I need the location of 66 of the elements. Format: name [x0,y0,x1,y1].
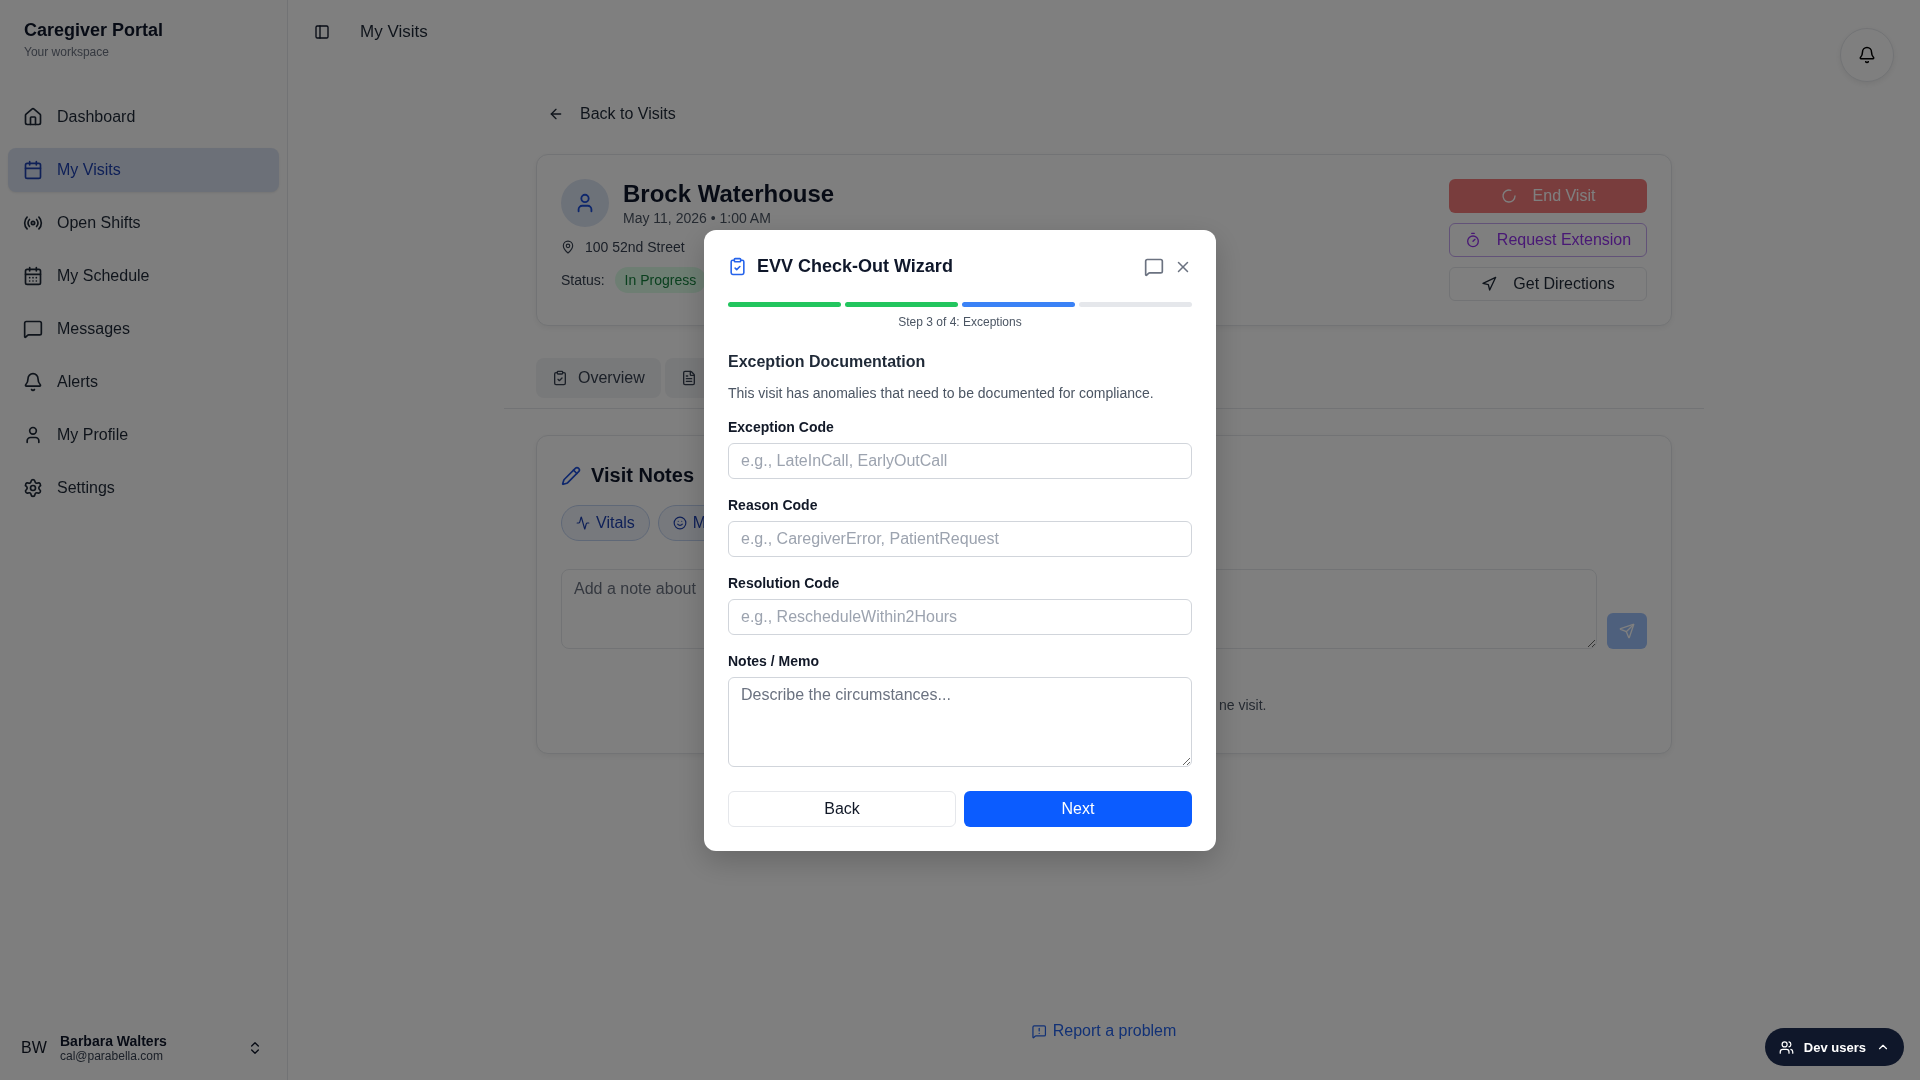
app-subtitle: Your workspace [24,45,110,59]
back-link[interactable]: Back to Visits [536,102,688,126]
user-name: Barbara Walters [60,1033,168,1049]
input-field[interactable]: e.g., CaregiverError, PatientRequest [728,520,1192,557]
map-pin-icon [561,240,575,254]
field-label: Resolution Code [728,574,841,591]
nav-item[interactable]: Settings [8,466,279,510]
broadcast-icon [23,213,43,233]
notes-hint: ne visit. [1219,697,1267,713]
person-icon [23,425,43,445]
nav-item[interactable]: My Profile [8,413,279,457]
navigation-arrow-icon [1481,276,1498,292]
calendar-icon [23,266,43,286]
action-button[interactable]: Request Extension [1449,223,1647,257]
tab[interactable]: Overview [536,358,661,398]
nav-item[interactable]: My Schedule [8,254,279,298]
field-label: Notes / Memo [728,652,820,669]
dialog-title: EVV Check-Out Wizard [757,256,954,277]
status-label: Status: [561,272,605,288]
memo-field[interactable]: Describe the circumstances... [728,676,1192,767]
notes-title: Visit Notes [591,464,694,487]
gear-icon [23,478,43,498]
section-heading: Exception Documentation [728,352,927,371]
field-label: Exception Code [728,418,835,435]
user-email: cal@parabella.com [60,1049,164,1063]
dev-users-button[interactable]: Dev users [1764,1028,1904,1066]
report-problem-link[interactable]: Report a problem [1031,1022,1177,1040]
report-icon [1031,1023,1047,1039]
note-chip[interactable]: Vitals [561,505,650,541]
action-button[interactable]: Get Directions [1449,267,1647,301]
sidebar-toggle-icon[interactable] [314,24,330,40]
chat-bubble-icon [23,319,43,339]
document-icon [680,370,697,386]
smiley-icon [672,516,687,530]
status-badge: In Progress [614,267,707,293]
visit-address: 100 52nd Street [585,239,685,255]
spinner-icon [1500,188,1517,204]
feedback-button[interactable] [1144,256,1164,277]
users-icon [1778,1039,1794,1055]
next-button[interactable]: Next [964,790,1192,827]
stopwatch-icon [1464,232,1481,248]
section-description: This visit has anomalies that need to be documented for compliance. [728,384,1155,401]
nav-item[interactable]: Alerts [8,360,279,404]
nav-item[interactable]: My Visits [8,148,279,192]
bell-icon [23,372,43,392]
pulse-icon [576,516,590,530]
chat-bubble-icon [1144,256,1164,277]
back-button[interactable]: Back [728,790,956,827]
input-field[interactable]: e.g., LateInCall, EarlyOutCall [728,442,1192,479]
pencil-icon [561,465,581,486]
visit-datetime: May 11, 2026 • 1:00 AM [623,210,772,226]
calendar-icon [23,160,43,180]
client-name: Brock Waterhouse [623,180,835,208]
page-title: My Visits [360,22,429,42]
house-icon [23,107,43,127]
nav-item[interactable]: Dashboard [8,95,279,139]
app-title: Caregiver Portal [24,20,165,41]
notifications-button[interactable] [1840,28,1894,82]
clipboard-check-icon [552,370,568,386]
step-label: Step 3 of 4: Exceptions [897,314,1023,329]
nav-item[interactable]: Open Shifts [8,201,279,245]
nav-item[interactable]: Messages [8,307,279,351]
input-field[interactable]: e.g., RescheduleWithin2Hours [728,598,1192,635]
bell-icon [1858,46,1876,64]
user-avatar: BW [20,1038,48,1058]
clipboard-check-icon [728,257,747,276]
